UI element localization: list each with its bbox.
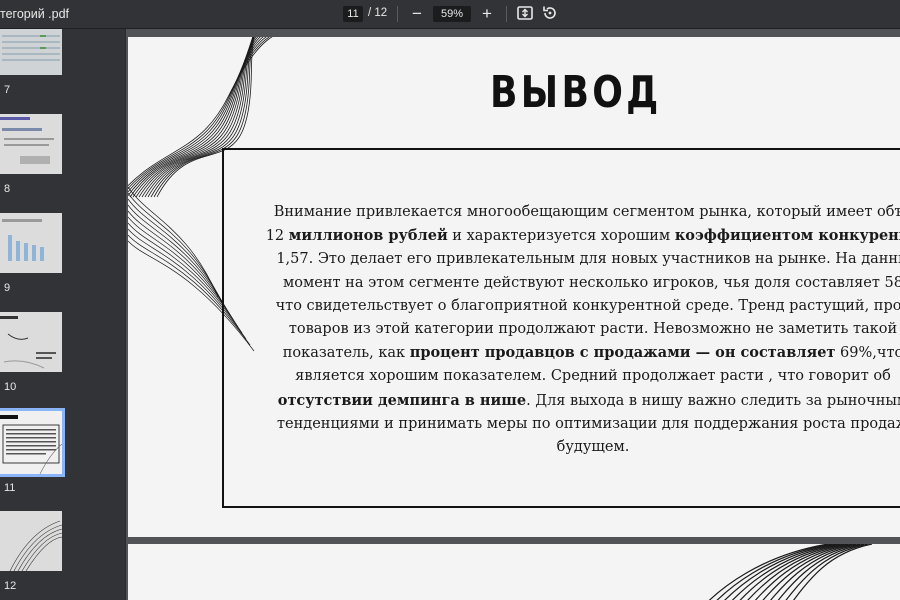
text-segment: будущем. [556, 439, 630, 456]
thumbnail-label: 10 [4, 381, 17, 393]
page-thumbnail-9[interactable] [0, 213, 62, 273]
text-segment: является хорошим показателем. Средний пр… [295, 368, 891, 385]
zoom-out-button[interactable]: − [407, 4, 427, 24]
text-line: 12 миллионов рублей и характеризуется хо… [243, 224, 900, 248]
thumbnail-label: 11 [4, 482, 16, 494]
text-line: является хорошим показателем. Средний пр… [243, 365, 900, 388]
text-line: что свидетельствует о благоприятной конк… [243, 295, 900, 318]
fit-page-icon[interactable] [516, 4, 536, 24]
text-segment: тенденциями и принимать меры по оптимиза… [277, 415, 900, 432]
zoom-level-input[interactable]: 59% [433, 6, 471, 22]
thumbnail-sidebar: 7 8 9 10 11 12 [0, 29, 126, 600]
text-segment: момент на этом сегменте действуют нескол… [283, 274, 900, 291]
text-segment: 12 [265, 228, 289, 245]
toolbar-divider [397, 6, 398, 22]
decorative-line-art [708, 544, 873, 600]
toolbar-divider [506, 6, 507, 22]
text-segment: 1,57. Это делает его привлекательным для… [276, 251, 900, 268]
text-segment: . Для выхода в нишу важно следить за рын… [526, 392, 900, 409]
rotate-icon[interactable] [541, 4, 561, 24]
text-segment: товаров из этой категории продолжают рас… [288, 321, 898, 338]
text-line: будущем. [243, 436, 900, 459]
current-page-input[interactable]: 11 [343, 6, 363, 22]
text-line: показатель, как процент продавцов с прод… [243, 341, 900, 365]
document-title: тегорий .pdf [0, 7, 70, 21]
page-thumbnail-11[interactable] [0, 408, 65, 477]
document-viewer[interactable]: ВЫВОД Внимание привлекается многообещающ… [126, 29, 900, 600]
text-segment: показатель, как [282, 345, 410, 362]
thumbnail-label: 8 [4, 183, 11, 195]
text-line: 1,57. Это делает его привлекательным для… [243, 248, 900, 271]
text-segment: и характеризуется хорошим [447, 228, 675, 245]
text-segment: что свидетельствует о благоприятной конк… [275, 297, 900, 314]
bold-text-segment: миллионов рублей [288, 227, 448, 245]
page-thumbnail-10[interactable] [0, 312, 62, 372]
text-segment: 69%,что [835, 345, 900, 362]
text-line: товаров из этой категории продолжают рас… [243, 318, 900, 341]
slide-title: ВЫВОД [490, 67, 662, 118]
conclusion-text: Внимание привлекается многообещающим сег… [243, 201, 900, 459]
text-line: момент на этом сегменте действуют нескол… [243, 272, 900, 295]
bold-text-segment: коэффициентом конкуренци [674, 227, 900, 245]
text-line: Внимание привлекается многообещающим сег… [243, 201, 900, 224]
page-thumbnail-8[interactable] [0, 114, 62, 174]
page-thumbnail-12[interactable] [0, 511, 62, 571]
bold-text-segment: процент продавцов с продажами — он соста… [409, 344, 836, 362]
bold-text-segment: отсутствии демпинга в нише [277, 391, 527, 409]
thumbnail-label: 12 [4, 580, 17, 592]
page-thumbnail-7[interactable] [0, 29, 62, 75]
page-total: / 12 [368, 7, 388, 19]
text-line: отсутствии демпинга в нише. Для выхода в… [243, 389, 900, 413]
text-segment: Внимание привлекается многообещающим сег… [273, 204, 900, 220]
pdf-page-11: ВЫВОД Внимание привлекается многообещающ… [128, 37, 900, 537]
zoom-in-button[interactable]: + [477, 4, 497, 24]
thumbnail-label: 7 [4, 84, 11, 96]
thumbnail-label: 9 [4, 282, 11, 294]
pdf-page-12 [128, 544, 900, 600]
toolbar: тегорий .pdf 11 / 12 − 59% + [0, 0, 900, 29]
text-line: тенденциями и принимать меры по оптимиза… [243, 413, 900, 436]
